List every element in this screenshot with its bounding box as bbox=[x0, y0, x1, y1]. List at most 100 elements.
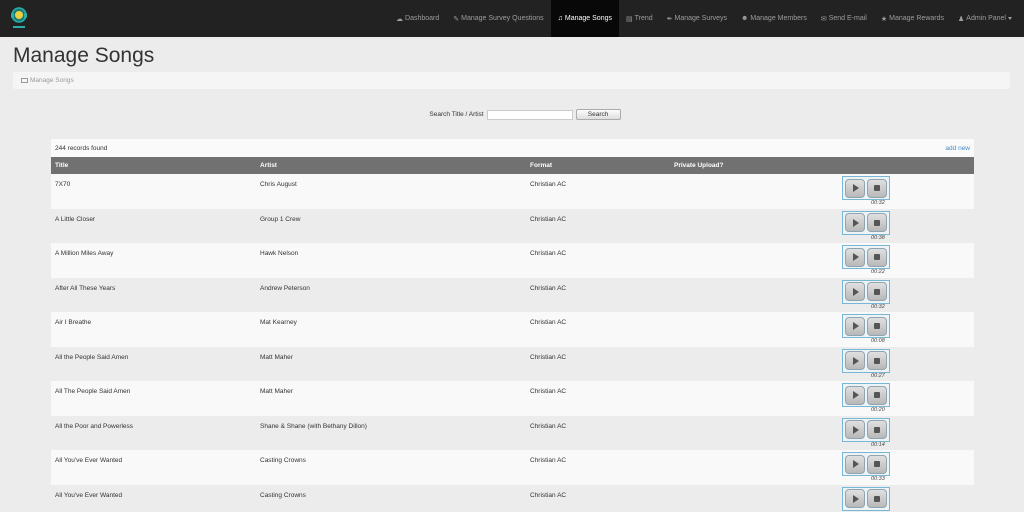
table-row: All The People Said Amen Matt Maher Christ… bbox=[51, 381, 974, 416]
stop-icon bbox=[874, 426, 880, 433]
play-icon bbox=[853, 460, 859, 468]
song-format: Christian AC bbox=[530, 319, 567, 326]
song-format: Christian AC bbox=[530, 422, 567, 430]
play-icon bbox=[853, 322, 859, 330]
navbar: ☁ Dashboard ✎ Manage Survey Questions ♫ Manag… bbox=[0, 0, 1024, 37]
stop-button[interactable] bbox=[867, 178, 887, 198]
song-format: Christian AC bbox=[530, 388, 567, 395]
nav-item-admin-panel[interactable]: ♟ Admin Panel bbox=[951, 0, 1019, 37]
play-button[interactable] bbox=[845, 420, 865, 439]
nav-item-send-e-mail[interactable]: ✉ Send E-mail bbox=[814, 0, 874, 37]
song-format: Christian AC bbox=[530, 353, 567, 361]
song-duration: 00:14 bbox=[871, 441, 885, 448]
stop-button[interactable] bbox=[867, 420, 887, 439]
envelope-icon: ✉ bbox=[820, 15, 827, 23]
private-upload-cell bbox=[670, 347, 837, 382]
audio-player bbox=[842, 452, 890, 476]
nav-item-manage-members[interactable]: ☻ Manage Members bbox=[734, 0, 814, 37]
audio-player bbox=[842, 245, 890, 269]
song-duration: 00:27 bbox=[871, 372, 885, 379]
private-upload-cell bbox=[670, 485, 837, 512]
song-title: Air I Breathe bbox=[55, 319, 92, 326]
stop-button[interactable] bbox=[867, 351, 887, 370]
song-title: After All These Years bbox=[55, 284, 116, 292]
song-duration: 00:38 bbox=[871, 234, 885, 241]
song-artist: Shane & Shane (with Bethany Dillon) bbox=[260, 422, 367, 430]
play-button[interactable] bbox=[845, 454, 865, 474]
search-button[interactable]: Search bbox=[575, 109, 621, 120]
play-icon bbox=[853, 253, 859, 261]
play-button[interactable] bbox=[845, 282, 865, 301]
table-row: Air I Breathe Mat Kearney Christian AC 00:0… bbox=[51, 312, 974, 347]
song-title: All You've Ever Wanted bbox=[55, 457, 123, 464]
song-format: Christian AC bbox=[530, 491, 567, 499]
search-input[interactable] bbox=[486, 109, 573, 120]
brand-logo-icon[interactable] bbox=[8, 5, 30, 31]
nav-item-label: Manage Songs bbox=[564, 15, 612, 22]
audio-player bbox=[842, 417, 890, 442]
table-row: All You've Ever Wanted Casting Crowns Chri… bbox=[51, 484, 974, 512]
stop-button[interactable] bbox=[867, 316, 887, 336]
stop-icon bbox=[874, 254, 880, 260]
table-toolbar: 244 records found add new bbox=[51, 139, 974, 157]
song-title: All The People Said Amen bbox=[55, 388, 131, 395]
table-row: All the Poor and Powerless Shane & Shane … bbox=[51, 415, 974, 450]
play-button[interactable] bbox=[845, 385, 865, 405]
song-duration: 00:08 bbox=[871, 338, 885, 344]
nav-item-dashboard[interactable]: ☁ Dashboard bbox=[389, 0, 446, 37]
stop-icon bbox=[874, 461, 880, 467]
chart-icon: ▤ bbox=[625, 15, 633, 23]
private-upload-cell bbox=[670, 209, 837, 244]
song-artist: Chris August bbox=[260, 181, 297, 188]
users-icon: ☻ bbox=[741, 15, 749, 22]
private-upload-cell bbox=[670, 450, 837, 485]
nav-item-manage-surveys[interactable]: ✒ Manage Surveys bbox=[660, 0, 734, 37]
header-artist[interactable]: Artist bbox=[256, 157, 526, 174]
nav-item-trend[interactable]: ▤ Trend bbox=[619, 0, 660, 37]
page-title: Manage Songs bbox=[13, 44, 155, 67]
nav-item-manage-survey-questions[interactable]: ✎ Manage Survey Questions bbox=[446, 0, 550, 37]
private-upload-cell bbox=[670, 381, 837, 416]
user-icon: ♟ bbox=[958, 15, 965, 23]
private-upload-cell bbox=[670, 312, 837, 347]
stop-icon bbox=[874, 185, 880, 191]
song-title: All the People Said Amen bbox=[55, 353, 129, 361]
play-button[interactable] bbox=[845, 351, 865, 370]
song-artist: Group 1 Crew bbox=[260, 215, 301, 223]
play-button[interactable] bbox=[845, 178, 865, 198]
stop-button[interactable] bbox=[867, 454, 887, 474]
audio-player bbox=[842, 486, 890, 511]
star-icon: ★ bbox=[880, 15, 888, 23]
audio-player bbox=[842, 210, 890, 235]
header-private-upload[interactable]: Private Upload? bbox=[670, 157, 837, 174]
song-format: Christian AC bbox=[530, 181, 567, 188]
stop-icon bbox=[874, 357, 880, 364]
song-title: All the Poor and Powerless bbox=[55, 422, 134, 430]
play-button[interactable] bbox=[845, 213, 865, 232]
play-icon bbox=[853, 356, 859, 365]
stop-icon bbox=[874, 392, 880, 398]
play-icon bbox=[853, 494, 859, 503]
stop-button[interactable] bbox=[867, 385, 887, 405]
wrench-icon: ✒ bbox=[666, 15, 673, 23]
table-row: After All These Years Andrew Peterson Chri… bbox=[51, 277, 974, 312]
play-icon bbox=[853, 425, 859, 434]
play-button[interactable] bbox=[845, 489, 865, 508]
play-icon bbox=[853, 391, 859, 399]
stop-button[interactable] bbox=[867, 282, 887, 301]
add-new-link[interactable]: add new bbox=[945, 145, 970, 152]
stop-button[interactable] bbox=[867, 489, 887, 508]
nav-item-manage-songs[interactable]: ♫ Manage Songs bbox=[550, 0, 619, 37]
play-button[interactable] bbox=[845, 316, 865, 336]
nav-item-label: Admin Panel bbox=[966, 15, 1006, 22]
header-format[interactable]: Format bbox=[526, 157, 670, 174]
play-button[interactable] bbox=[845, 247, 865, 267]
table-row: A Million Miles Away Hawk Nelson Christian… bbox=[51, 243, 974, 278]
stop-button[interactable] bbox=[867, 247, 887, 267]
stop-button[interactable] bbox=[867, 213, 887, 232]
header-title[interactable]: Title bbox=[51, 157, 256, 174]
nav-item-manage-rewards[interactable]: ★ Manage Rewards bbox=[874, 0, 951, 37]
play-icon bbox=[853, 184, 859, 192]
stop-icon bbox=[874, 495, 880, 502]
song-duration: 00:32 bbox=[871, 200, 885, 206]
